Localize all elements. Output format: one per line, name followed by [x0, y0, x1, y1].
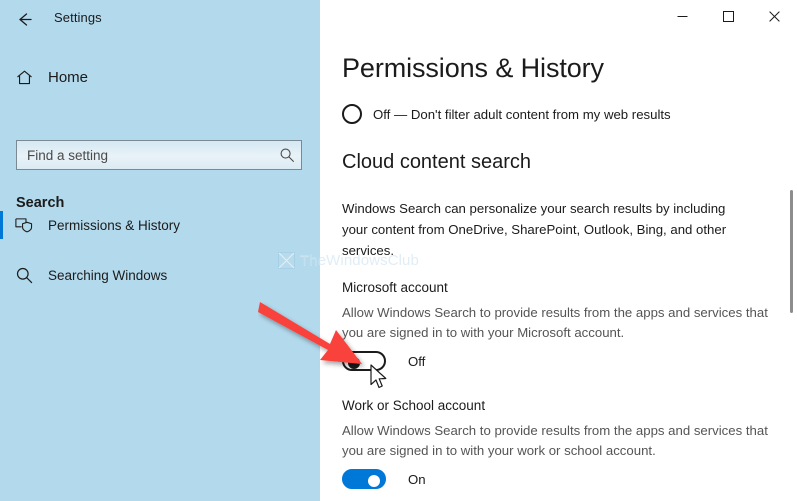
microsoft-account-toggle-row: Off [342, 351, 425, 371]
sidebar-item-permissions-history-label: Permissions & History [48, 218, 180, 233]
work-school-account-toggle-label: On [408, 472, 426, 487]
close-button[interactable] [751, 0, 797, 32]
sidebar-item-home[interactable]: Home [0, 60, 320, 94]
search-input-placeholder: Find a setting [17, 148, 273, 163]
back-button[interactable] [8, 4, 40, 34]
cloud-content-search-description: Windows Search can personalize your sear… [342, 198, 754, 261]
settings-window: Settings [0, 0, 797, 501]
sidebar-item-searching-windows-label: Searching Windows [48, 268, 167, 283]
scrollbar-thumb[interactable] [790, 190, 793, 313]
cloud-content-search-heading: Cloud content search [342, 151, 531, 174]
app-title: Settings [54, 10, 102, 25]
titlebar-right [320, 0, 797, 38]
close-icon [769, 11, 780, 22]
permissions-shield-icon [0, 216, 48, 234]
page-title: Permissions & History [342, 53, 604, 84]
microsoft-account-description: Allow Windows Search to provide results … [342, 303, 788, 343]
back-arrow-icon [15, 10, 34, 29]
magnifier-icon [0, 266, 48, 285]
sidebar: Home Find a setting Search Permissions &… [0, 38, 320, 501]
maximize-icon [723, 11, 734, 22]
toggle-knob [348, 357, 360, 369]
microsoft-account-toggle-label: Off [408, 354, 425, 369]
microsoft-account-heading: Microsoft account [342, 280, 448, 295]
microsoft-account-toggle[interactable] [342, 351, 386, 371]
sidebar-item-permissions-history[interactable]: Permissions & History [0, 205, 320, 245]
work-school-account-toggle[interactable] [342, 469, 386, 489]
toggle-knob [368, 475, 380, 487]
minimize-button[interactable] [659, 0, 705, 32]
search-input[interactable]: Find a setting [16, 140, 302, 170]
home-icon [0, 68, 48, 87]
search-icon[interactable] [273, 147, 301, 163]
safesearch-off-radio[interactable]: Off — Don't filter adult content from my… [342, 104, 671, 124]
work-school-account-heading: Work or School account [342, 398, 485, 413]
radio-icon [342, 104, 362, 124]
sidebar-item-searching-windows[interactable]: Searching Windows [0, 255, 320, 295]
minimize-icon [677, 11, 688, 22]
sidebar-item-home-label: Home [48, 69, 88, 86]
titlebar-left: Settings [0, 0, 320, 38]
content-scrollbar[interactable] [785, 38, 797, 501]
safesearch-off-label: Off — Don't filter adult content from my… [373, 107, 671, 122]
window-controls [659, 0, 797, 32]
work-school-account-description: Allow Windows Search to provide results … [342, 421, 788, 461]
work-school-account-toggle-row: On [342, 469, 426, 489]
main-content: Permissions & History Off — Don't filter… [320, 38, 797, 501]
maximize-button[interactable] [705, 0, 751, 32]
